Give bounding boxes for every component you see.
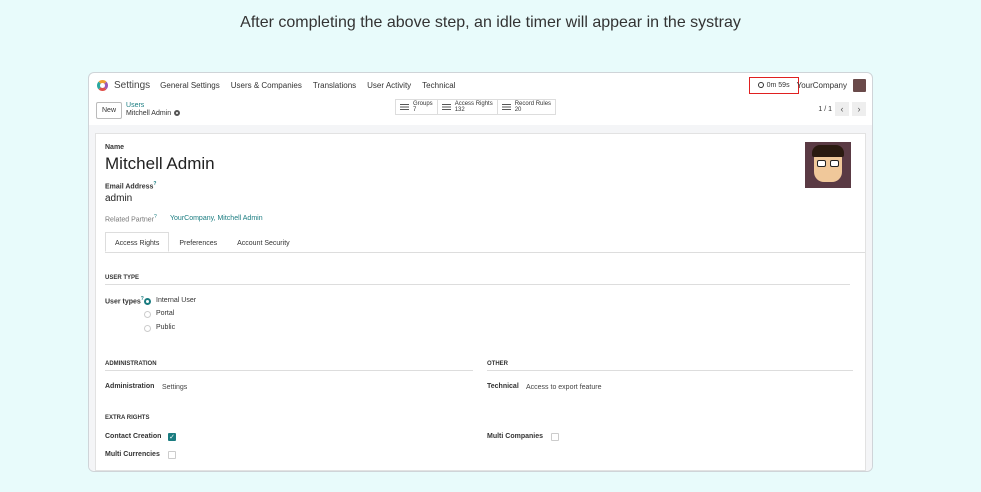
menu-translations[interactable]: Translations xyxy=(313,81,356,90)
tab-access-rights[interactable]: Access Rights xyxy=(105,232,170,252)
radio-portal-label: Portal xyxy=(156,310,175,317)
groups-icon xyxy=(400,103,409,111)
menu-technical[interactable]: Technical xyxy=(422,81,455,90)
user-types-label: User types? xyxy=(105,296,144,306)
idle-timer[interactable]: 0m 59s xyxy=(748,76,799,94)
menu-user-activity[interactable]: User Activity xyxy=(367,81,411,90)
pager-value: 1 / 1 xyxy=(818,105,832,113)
email-label: Email Address? xyxy=(105,181,157,191)
menu-general-settings[interactable]: General Settings xyxy=(160,81,220,90)
user-avatar[interactable] xyxy=(853,78,866,92)
radio-public-label: Public xyxy=(156,324,176,331)
glasses-right xyxy=(830,160,839,167)
record-rules-button[interactable]: Record Rules 20 xyxy=(496,99,557,115)
radio-public[interactable] xyxy=(144,325,151,332)
glasses-left xyxy=(817,160,826,167)
tab-account-security[interactable]: Account Security xyxy=(227,232,300,252)
tab-preferences[interactable]: Preferences xyxy=(169,232,227,252)
pager: 1 / 1 ‹ › xyxy=(818,102,866,116)
top-navbar: Settings General Settings Users & Compan… xyxy=(89,73,872,97)
radio-internal-user-label: Internal User xyxy=(156,297,197,304)
caption-text: After completing the above step, an idle… xyxy=(240,14,741,31)
multi-companies-label: Multi Companies xyxy=(487,433,544,440)
administration-select[interactable]: Settings xyxy=(162,384,187,391)
app-logo-icon[interactable] xyxy=(97,79,108,91)
contact-creation-checkbox[interactable]: ✓ xyxy=(168,433,176,441)
partner-label: Related Partner? xyxy=(105,214,157,224)
section-administration: ADMINISTRATION xyxy=(105,361,473,371)
form-sheet: Name Mitchell Admin Email Address? admin… xyxy=(95,133,866,471)
timer-value: 0m 59s xyxy=(766,81,790,89)
hair-shape xyxy=(812,145,844,157)
control-panel: New Users Mitchell Admin Groups 7 Access … xyxy=(89,97,872,123)
radio-internal-user[interactable] xyxy=(144,298,151,305)
technical-value[interactable]: Access to export feature xyxy=(526,384,601,391)
gear-icon[interactable] xyxy=(174,110,181,117)
multi-currencies-checkbox[interactable] xyxy=(168,451,176,459)
company-switcher[interactable]: YourCompany xyxy=(797,81,847,90)
administration-label: Administration xyxy=(105,383,155,390)
form-background: Name Mitchell Admin Email Address? admin… xyxy=(89,125,872,471)
pager-next-icon[interactable]: › xyxy=(852,102,866,116)
user-photo[interactable] xyxy=(805,142,851,188)
stat-count: 132 xyxy=(454,107,465,113)
breadcrumb: Users Mitchell Admin xyxy=(126,102,181,118)
multi-companies-checkbox[interactable] xyxy=(551,433,559,441)
stat-count: 7 xyxy=(413,107,417,113)
new-button[interactable]: New xyxy=(96,101,123,119)
section-other: OTHER xyxy=(487,361,853,371)
breadcrumb-users[interactable]: Users xyxy=(126,102,180,110)
name-field[interactable]: Mitchell Admin xyxy=(105,154,215,174)
contact-creation-label: Contact Creation xyxy=(105,433,162,440)
access-rights-button[interactable]: Access Rights 132 xyxy=(436,99,498,115)
stat-count: 20 xyxy=(514,107,522,113)
notebook-tabs: Access Rights Preferences Account Securi… xyxy=(105,232,865,253)
name-label: Name xyxy=(105,144,125,151)
list-icon xyxy=(501,103,511,111)
smart-buttons: Groups 7 Access Rights 132 Record Rules 20 xyxy=(395,99,557,115)
technical-label: Technical xyxy=(487,383,519,390)
section-user-type: USER TYPE xyxy=(105,275,850,285)
groups-button[interactable]: Groups 7 xyxy=(395,99,438,115)
partner-link[interactable]: YourCompany, Mitchell Admin xyxy=(170,215,263,222)
email-field[interactable]: admin xyxy=(105,193,132,204)
clock-icon xyxy=(757,82,764,88)
pager-prev-icon[interactable]: ‹ xyxy=(835,102,849,116)
list-icon xyxy=(441,103,451,111)
multi-currencies-label: Multi Currencies xyxy=(105,451,160,458)
app-window: Settings General Settings Users & Compan… xyxy=(88,72,873,472)
menu-users-companies[interactable]: Users & Companies xyxy=(231,81,302,90)
radio-portal[interactable] xyxy=(144,311,151,318)
breadcrumb-current: Mitchell Admin xyxy=(126,110,172,117)
app-brand[interactable]: Settings xyxy=(114,80,150,91)
section-extra-rights: EXTRA RIGHTS xyxy=(105,415,150,421)
